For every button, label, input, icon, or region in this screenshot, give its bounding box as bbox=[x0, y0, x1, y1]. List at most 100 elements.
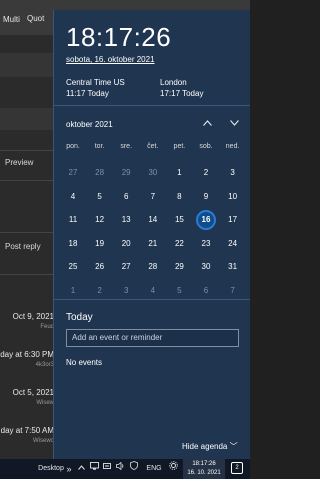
multi-quote-button[interactable]: Multi bbox=[3, 15, 20, 24]
calendar-day[interactable]: 29 bbox=[113, 162, 139, 184]
settings-icon[interactable] bbox=[166, 459, 180, 479]
post-reply-button[interactable]: Post reply bbox=[5, 242, 41, 251]
calendar-day[interactable]: 26 bbox=[87, 256, 113, 278]
calendar-day[interactable]: 3 bbox=[220, 162, 246, 184]
calendar-day[interactable]: 14 bbox=[140, 209, 166, 231]
day-number: 15 bbox=[174, 215, 184, 224]
calendar-day[interactable]: 20 bbox=[113, 233, 139, 255]
taskbar-clock[interactable]: 18:17:26 16. 10. 2021 bbox=[183, 459, 225, 479]
calendar-day[interactable]: 31 bbox=[220, 256, 246, 278]
calendar-day[interactable]: 29 bbox=[166, 256, 192, 278]
language-indicator[interactable]: ENG bbox=[145, 459, 163, 479]
day-number: 25 bbox=[68, 262, 78, 271]
calendar-day[interactable]: 30 bbox=[140, 162, 166, 184]
calendar-day[interactable]: 6 bbox=[113, 186, 139, 208]
show-hidden-icons-button[interactable] bbox=[76, 459, 86, 479]
calendar-day[interactable]: 2 bbox=[193, 162, 219, 184]
clock-time: 18:17:26 bbox=[66, 22, 172, 52]
calendar-day[interactable]: 11 bbox=[60, 209, 86, 231]
desktop-toolbar[interactable]: Desktop bbox=[36, 459, 66, 479]
calendar-day[interactable]: 24 bbox=[220, 233, 246, 255]
calendar-day[interactable]: 23 bbox=[193, 233, 219, 255]
calendar-day[interactable]: 22 bbox=[166, 233, 192, 255]
month-label[interactable]: oktober 2021 bbox=[66, 120, 113, 129]
previous-month-button[interactable] bbox=[200, 116, 214, 130]
post-author: 4k3or3 bbox=[35, 362, 54, 368]
next-month-button[interactable] bbox=[227, 116, 241, 130]
weekday-label: čet. bbox=[147, 143, 159, 150]
day-number: 5 bbox=[177, 285, 182, 295]
calendar-day[interactable]: 18 bbox=[60, 233, 86, 255]
day-number: 22 bbox=[174, 238, 184, 248]
divider bbox=[54, 105, 250, 106]
weekday-label: pon. bbox=[66, 143, 80, 150]
calendar-day[interactable]: 7 bbox=[140, 186, 166, 208]
timezone-name: Central Time US bbox=[66, 78, 125, 87]
calendar-day[interactable]: 28 bbox=[140, 256, 166, 278]
security-icon[interactable] bbox=[128, 459, 140, 479]
quote-button[interactable]: Quot bbox=[27, 14, 44, 23]
network-icon[interactable] bbox=[88, 459, 100, 479]
calendar-day[interactable]: 19 bbox=[87, 233, 113, 255]
calendar-day[interactable]: 1 bbox=[166, 162, 192, 184]
post-date[interactable]: Oct 5, 2021 bbox=[13, 388, 54, 397]
calendar-day[interactable]: 4 bbox=[60, 186, 86, 208]
day-number: 30 bbox=[148, 168, 158, 177]
post-author: Wisewo bbox=[32, 438, 54, 444]
hide-agenda-button[interactable]: Hide agenda ﹀ bbox=[182, 441, 238, 452]
day-number: 4 bbox=[150, 285, 156, 295]
toolbar-overflow-button[interactable]: » bbox=[64, 459, 74, 479]
calendar-day[interactable]: 12 bbox=[87, 209, 113, 231]
calendar-day[interactable]: 9 bbox=[193, 186, 219, 208]
post-date[interactable]: day at 6:30 PM bbox=[0, 350, 54, 359]
day-number: 27 bbox=[68, 168, 78, 177]
preview-button[interactable]: Preview bbox=[5, 158, 33, 167]
calendar-day[interactable]: 27 bbox=[113, 256, 139, 278]
calendar-day[interactable]: 5 bbox=[87, 186, 113, 208]
divider bbox=[0, 232, 60, 233]
day-number: 12 bbox=[95, 215, 105, 224]
timezone-clock: Central Time US 11:17 Today bbox=[66, 77, 125, 99]
day-number: 8 bbox=[177, 191, 182, 201]
volume-icon[interactable] bbox=[114, 459, 126, 479]
day-number: 2 bbox=[203, 168, 209, 177]
divider bbox=[0, 274, 60, 275]
day-number: 1 bbox=[177, 168, 182, 177]
day-number: 29 bbox=[121, 168, 131, 177]
calendar-day[interactable]: 10 bbox=[220, 186, 246, 208]
day-number: 26 bbox=[95, 262, 105, 271]
calendar-day[interactable]: 21 bbox=[140, 233, 166, 255]
calendar-day[interactable]: 28 bbox=[87, 162, 113, 184]
calendar-day[interactable]: 8 bbox=[166, 186, 192, 208]
timezone-clock: London 17:17 Today bbox=[160, 77, 203, 99]
calendar-day[interactable]: 17 bbox=[220, 209, 246, 231]
timezone-time: 11:17 Today bbox=[66, 89, 109, 98]
timezone-name: London bbox=[160, 78, 187, 87]
day-number: 3 bbox=[123, 285, 129, 295]
post-date[interactable]: day at 7:50 AM bbox=[1, 426, 54, 435]
weekday-label: pet. bbox=[173, 143, 186, 150]
calendar-day[interactable]: 27 bbox=[60, 162, 86, 184]
calendar-day-today[interactable]: 16 bbox=[193, 209, 219, 231]
no-events-text: No events bbox=[66, 358, 103, 367]
day-number: 4 bbox=[70, 191, 76, 201]
day-number: 1 bbox=[70, 285, 76, 295]
add-event-input[interactable]: Add an event or reminder bbox=[66, 329, 239, 347]
notification-center-icon[interactable]: 2 bbox=[231, 462, 243, 474]
calendar-day[interactable]: 25 bbox=[60, 256, 86, 278]
calendar-day[interactable]: 30 bbox=[193, 256, 219, 278]
calendar-flyout: 18:17:26 sobota, 16. oktober 2021 Centra… bbox=[53, 10, 250, 459]
day-number: 10 bbox=[228, 191, 238, 201]
storage-icon[interactable] bbox=[101, 459, 113, 479]
day-number: 28 bbox=[95, 168, 105, 177]
taskbar-time: 18:17:26 bbox=[192, 461, 216, 467]
day-number: 27 bbox=[121, 262, 131, 271]
timezone-time: 17:17 Today bbox=[160, 89, 204, 98]
calendar-day[interactable]: 13 bbox=[113, 209, 139, 231]
date-link[interactable]: sobota, 16. oktober 2021 bbox=[66, 55, 155, 64]
day-number: 9 bbox=[203, 191, 209, 201]
calendar-day[interactable]: 15 bbox=[166, 209, 192, 231]
post-date[interactable]: Oct 9, 2021 bbox=[13, 312, 54, 321]
chevron-up-icon bbox=[77, 465, 85, 470]
day-number: 24 bbox=[228, 238, 238, 248]
